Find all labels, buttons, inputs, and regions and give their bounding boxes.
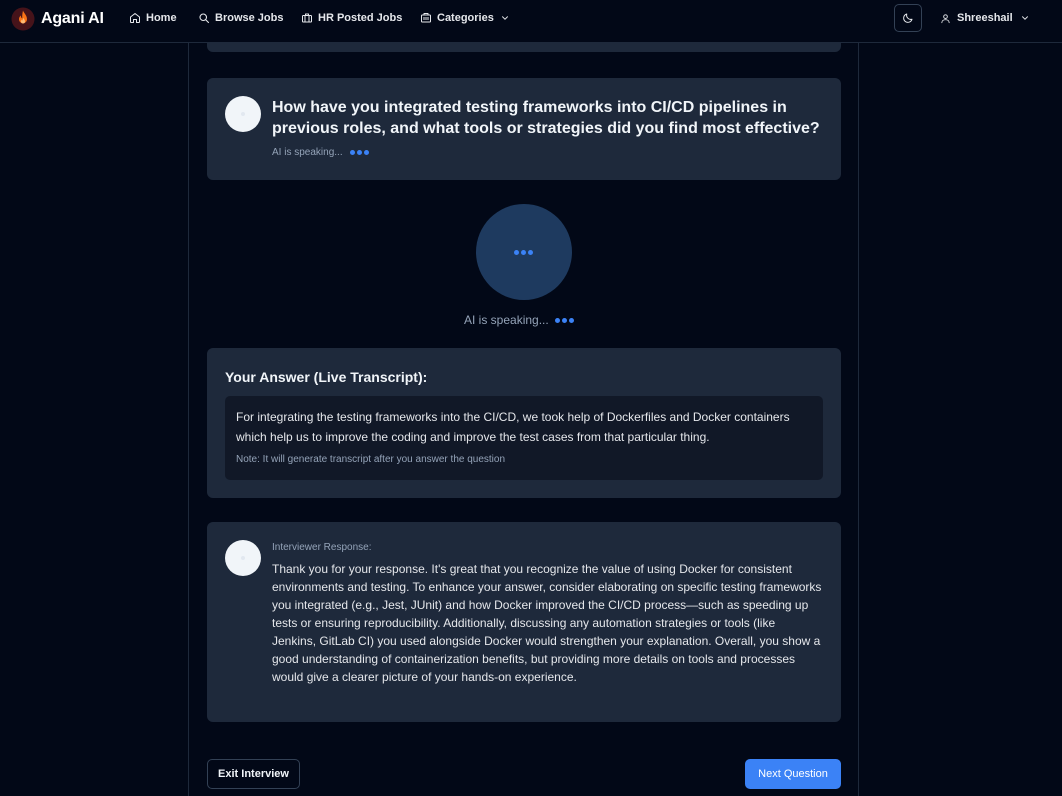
typing-dots-icon: [513, 249, 535, 255]
interviewer-response-card: Interviewer Response: Thank you for your…: [207, 522, 841, 722]
logo[interactable]: Agani AI: [11, 7, 104, 31]
response-label: Interviewer Response:: [272, 542, 372, 553]
building-icon: [421, 13, 431, 23]
next-question-button[interactable]: Next Question: [745, 759, 841, 789]
transcript-note: Note: It will generate transcript after …: [236, 454, 506, 465]
nav-categories[interactable]: Categories: [420, 12, 510, 24]
nav-hr-posted-jobs[interactable]: HR Posted Jobs: [301, 12, 402, 24]
navbar: Agani AI Home Browse Jobs HR Posted Jobs…: [0, 0, 1062, 43]
nav-categories-label: Categories: [437, 12, 494, 24]
nav-browse-jobs-label: Browse Jobs: [215, 12, 284, 24]
response-text: Thank you for your response. It's great …: [272, 562, 822, 684]
typing-dots-icon: [349, 150, 371, 155]
moon-icon: [903, 13, 913, 23]
chevron-down-icon: [1021, 16, 1028, 20]
briefcase-icon: [302, 13, 312, 23]
interviewer-avatar: [225, 96, 261, 132]
answer-title: Your Answer (Live Transcript):: [225, 369, 428, 385]
exit-interview-button[interactable]: Exit Interview: [207, 759, 300, 789]
nav-home[interactable]: Home: [129, 12, 177, 24]
user-menu[interactable]: Shreeshail: [940, 12, 1030, 24]
app-name: Agani AI: [41, 10, 104, 27]
answer-card: Your Answer (Live Transcript): For integ…: [207, 348, 841, 498]
question-card: How have you integrated testing framewor…: [207, 78, 841, 180]
ai-speaker-circle: [476, 204, 572, 300]
theme-toggle-button[interactable]: [894, 4, 922, 32]
speaker-status-label: AI is speaking...: [464, 313, 549, 327]
previous-card-edge: [207, 43, 841, 52]
home-icon: [130, 13, 140, 23]
typing-dots-icon: [554, 317, 576, 323]
question-status: AI is speaking...: [272, 147, 371, 158]
chevron-down-icon: [501, 16, 508, 20]
transcript-box: For integrating the testing frameworks i…: [225, 396, 823, 480]
flame-icon: [11, 7, 35, 31]
interviewer-avatar: [225, 540, 261, 576]
nav-hr-posted-jobs-label: HR Posted Jobs: [318, 12, 403, 24]
nav-browse-jobs[interactable]: Browse Jobs: [198, 12, 283, 24]
question-text: How have you integrated testing framewor…: [272, 99, 820, 137]
question-status-label: AI is speaking...: [272, 147, 343, 158]
search-icon: [199, 13, 210, 24]
user-icon: [941, 13, 950, 23]
speaker-status: AI is speaking...: [464, 313, 576, 327]
nav-home-label: Home: [146, 12, 177, 24]
transcript-text: For integrating the testing frameworks i…: [236, 410, 790, 444]
user-name: Shreeshail: [957, 12, 1013, 24]
